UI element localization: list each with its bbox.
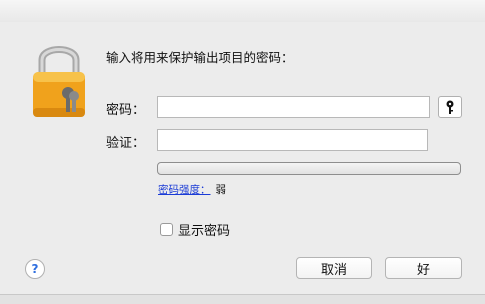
verify-field[interactable] (157, 129, 428, 151)
window-titlebar (0, 0, 485, 23)
show-password-checkbox[interactable] (160, 223, 173, 236)
password-strength-link[interactable]: 密码强度： (158, 184, 211, 196)
password-strength-row: 密码强度： 弱 (158, 182, 226, 197)
password-assistant-button[interactable] (438, 96, 462, 118)
show-password-label[interactable]: 显示密码 (178, 220, 230, 239)
ok-button[interactable]: 好 (385, 257, 462, 279)
show-password-row: 显示密码 (160, 220, 230, 239)
password-strength-value: 弱 (215, 184, 227, 196)
password-label: 密码： (106, 103, 146, 118)
cancel-button[interactable]: 取消 (296, 257, 372, 279)
key-icon (446, 100, 454, 114)
help-icon: ? (31, 262, 39, 276)
password-strength-meter (157, 162, 461, 175)
dialog-prompt: 输入将用来保护输出项目的密码： (106, 50, 294, 65)
verify-label: 验证： (106, 136, 146, 151)
lock-icon (33, 46, 85, 117)
help-button[interactable]: ? (25, 259, 45, 279)
password-field[interactable] (157, 96, 430, 118)
